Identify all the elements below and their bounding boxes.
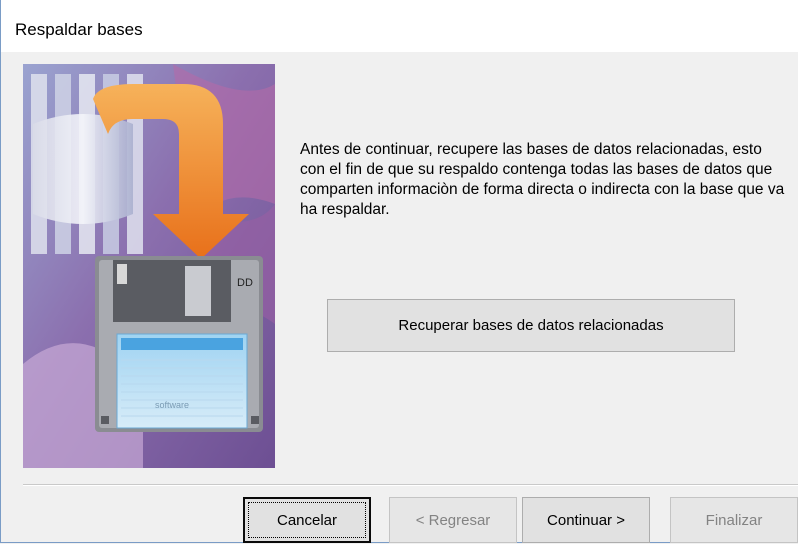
focus-rectangle <box>248 502 366 538</box>
footer-divider <box>23 484 798 486</box>
floppy-disk-icon: DD software <box>23 64 275 468</box>
finish-button[interactable]: Finalizar <box>670 497 798 543</box>
next-button[interactable]: Continuar > <box>522 497 650 543</box>
back-button[interactable]: < Regresar <box>389 497 517 543</box>
wizard-window: Respaldar bases DD software Antes de con… <box>0 0 798 543</box>
title-bar: Respaldar bases <box>1 0 798 52</box>
brand-text: software <box>155 400 189 410</box>
backup-illustration: DD software <box>23 64 275 468</box>
svg-text:DD: DD <box>237 277 253 289</box>
instruction-text: Antes de continuar, recupere las bases d… <box>300 141 785 218</box>
window-title: Respaldar bases <box>15 20 143 39</box>
cancel-button[interactable]: Cancelar <box>243 497 371 543</box>
recover-databases-button[interactable]: Recuperar bases de datos relacionadas <box>327 299 735 352</box>
